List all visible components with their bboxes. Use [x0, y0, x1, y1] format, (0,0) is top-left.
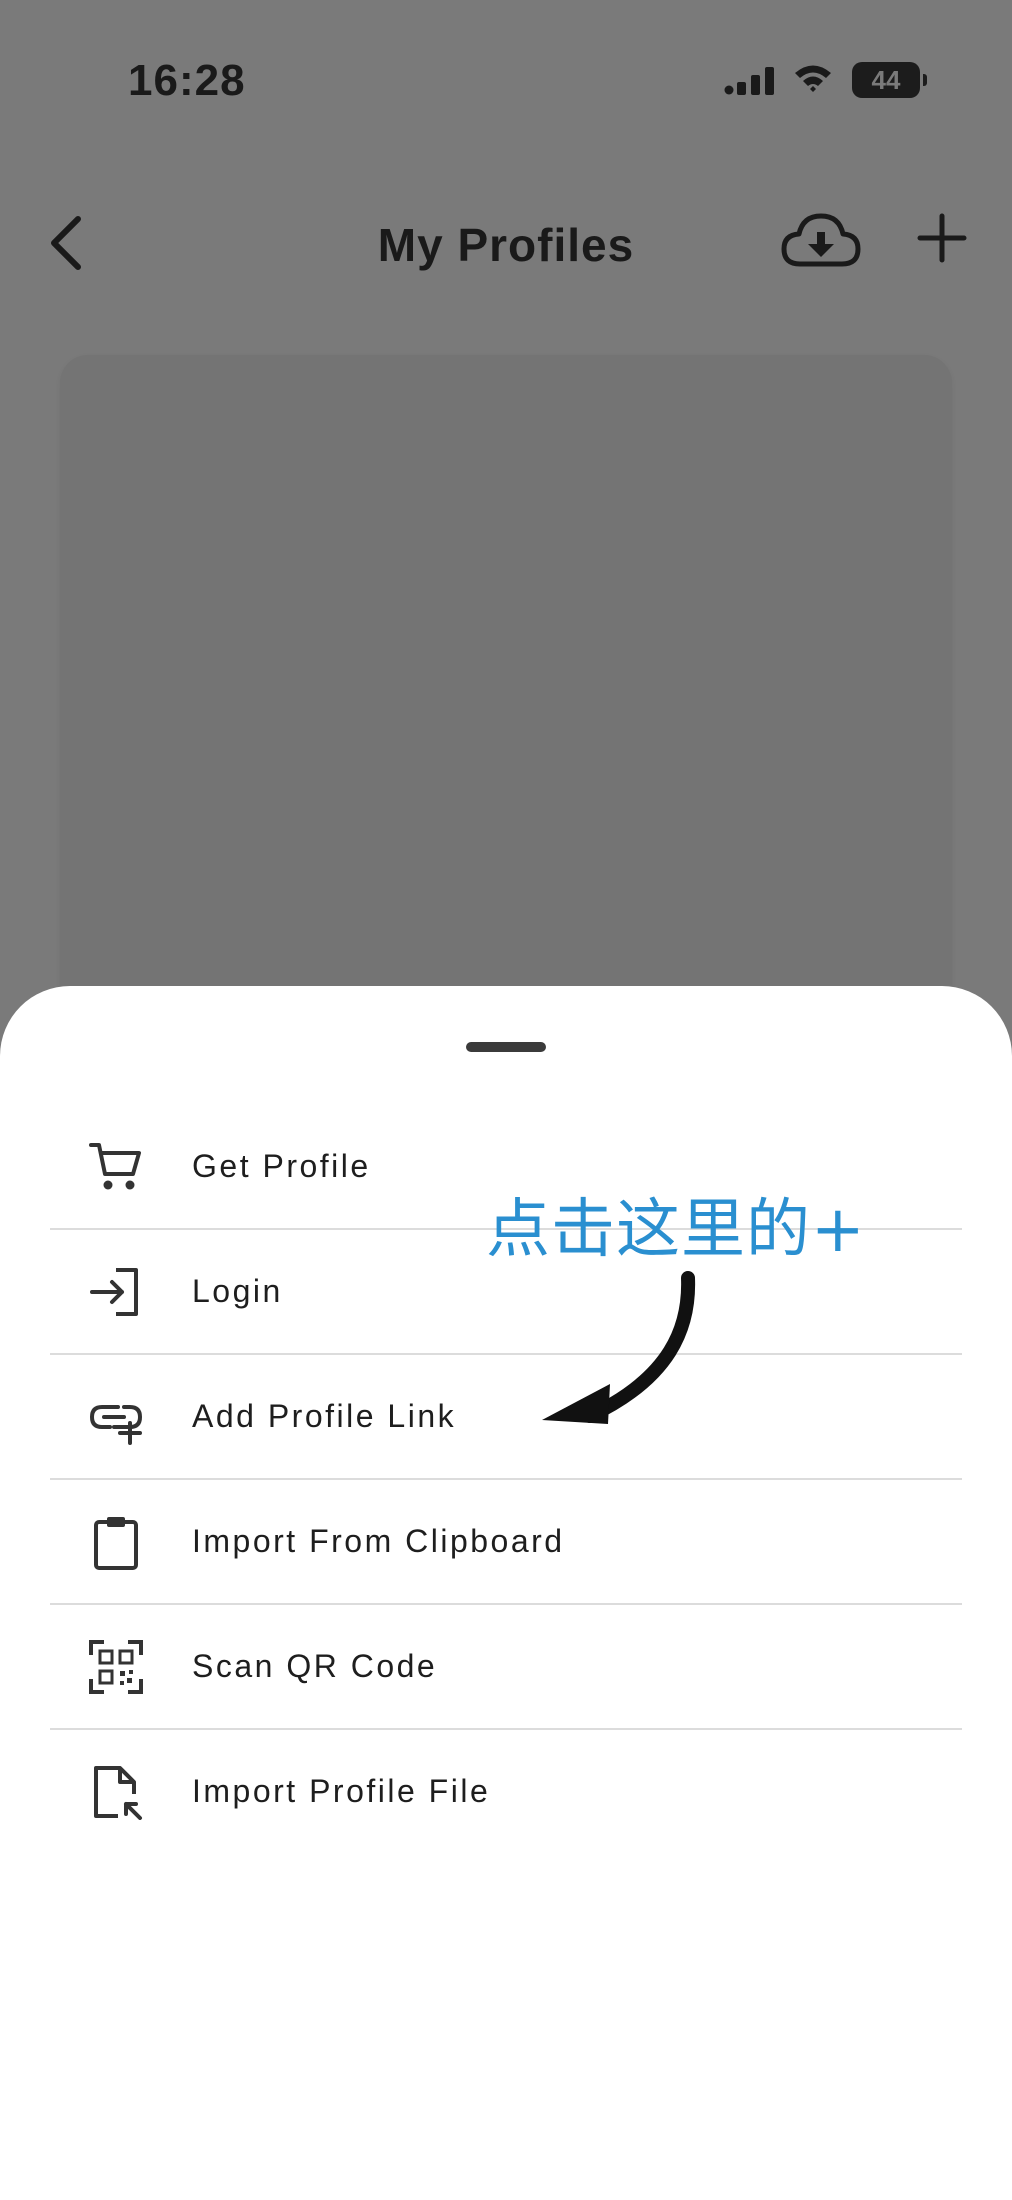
- menu-item-add-profile-link[interactable]: Add Profile Link: [50, 1355, 962, 1480]
- menu-item-label: Import From Clipboard: [192, 1523, 565, 1559]
- cloud-download-icon: [781, 213, 861, 267]
- login-icon: [88, 1264, 144, 1320]
- plus-icon: [917, 213, 967, 263]
- file-import-icon: [88, 1764, 144, 1820]
- menu-item-import-clipboard[interactable]: Import From Clipboard: [50, 1480, 962, 1605]
- battery-indicator: 44: [852, 62, 927, 98]
- add-button[interactable]: [916, 212, 968, 269]
- menu-item-label: Add Profile Link: [192, 1398, 457, 1434]
- cart-icon: [88, 1139, 144, 1195]
- menu-item-label: Import Profile File: [192, 1773, 491, 1809]
- qr-code-icon: [88, 1639, 144, 1695]
- screen: 16:28 44 My Profiles Get Profile Login A…: [0, 0, 1012, 2200]
- clipboard-icon: [88, 1514, 144, 1570]
- annotation-arrow-icon: [542, 1271, 696, 1424]
- wifi-icon: [795, 65, 831, 92]
- menu-item-import-file[interactable]: Import Profile File: [50, 1730, 962, 1853]
- menu-item-label: Login: [192, 1273, 283, 1309]
- menu-item-label: Get Profile: [192, 1148, 371, 1184]
- cellular-signal-icon: [724, 67, 774, 95]
- menu-item-label: Scan QR Code: [192, 1648, 438, 1684]
- status-time: 16:28: [128, 56, 246, 105]
- download-button[interactable]: [780, 210, 862, 277]
- annotation-text: 点击这里的+: [486, 1193, 866, 1267]
- menu-item-scan-qr[interactable]: Scan QR Code: [50, 1605, 962, 1730]
- sheet-drag-handle[interactable]: [466, 1042, 546, 1052]
- link-add-icon: [88, 1389, 144, 1445]
